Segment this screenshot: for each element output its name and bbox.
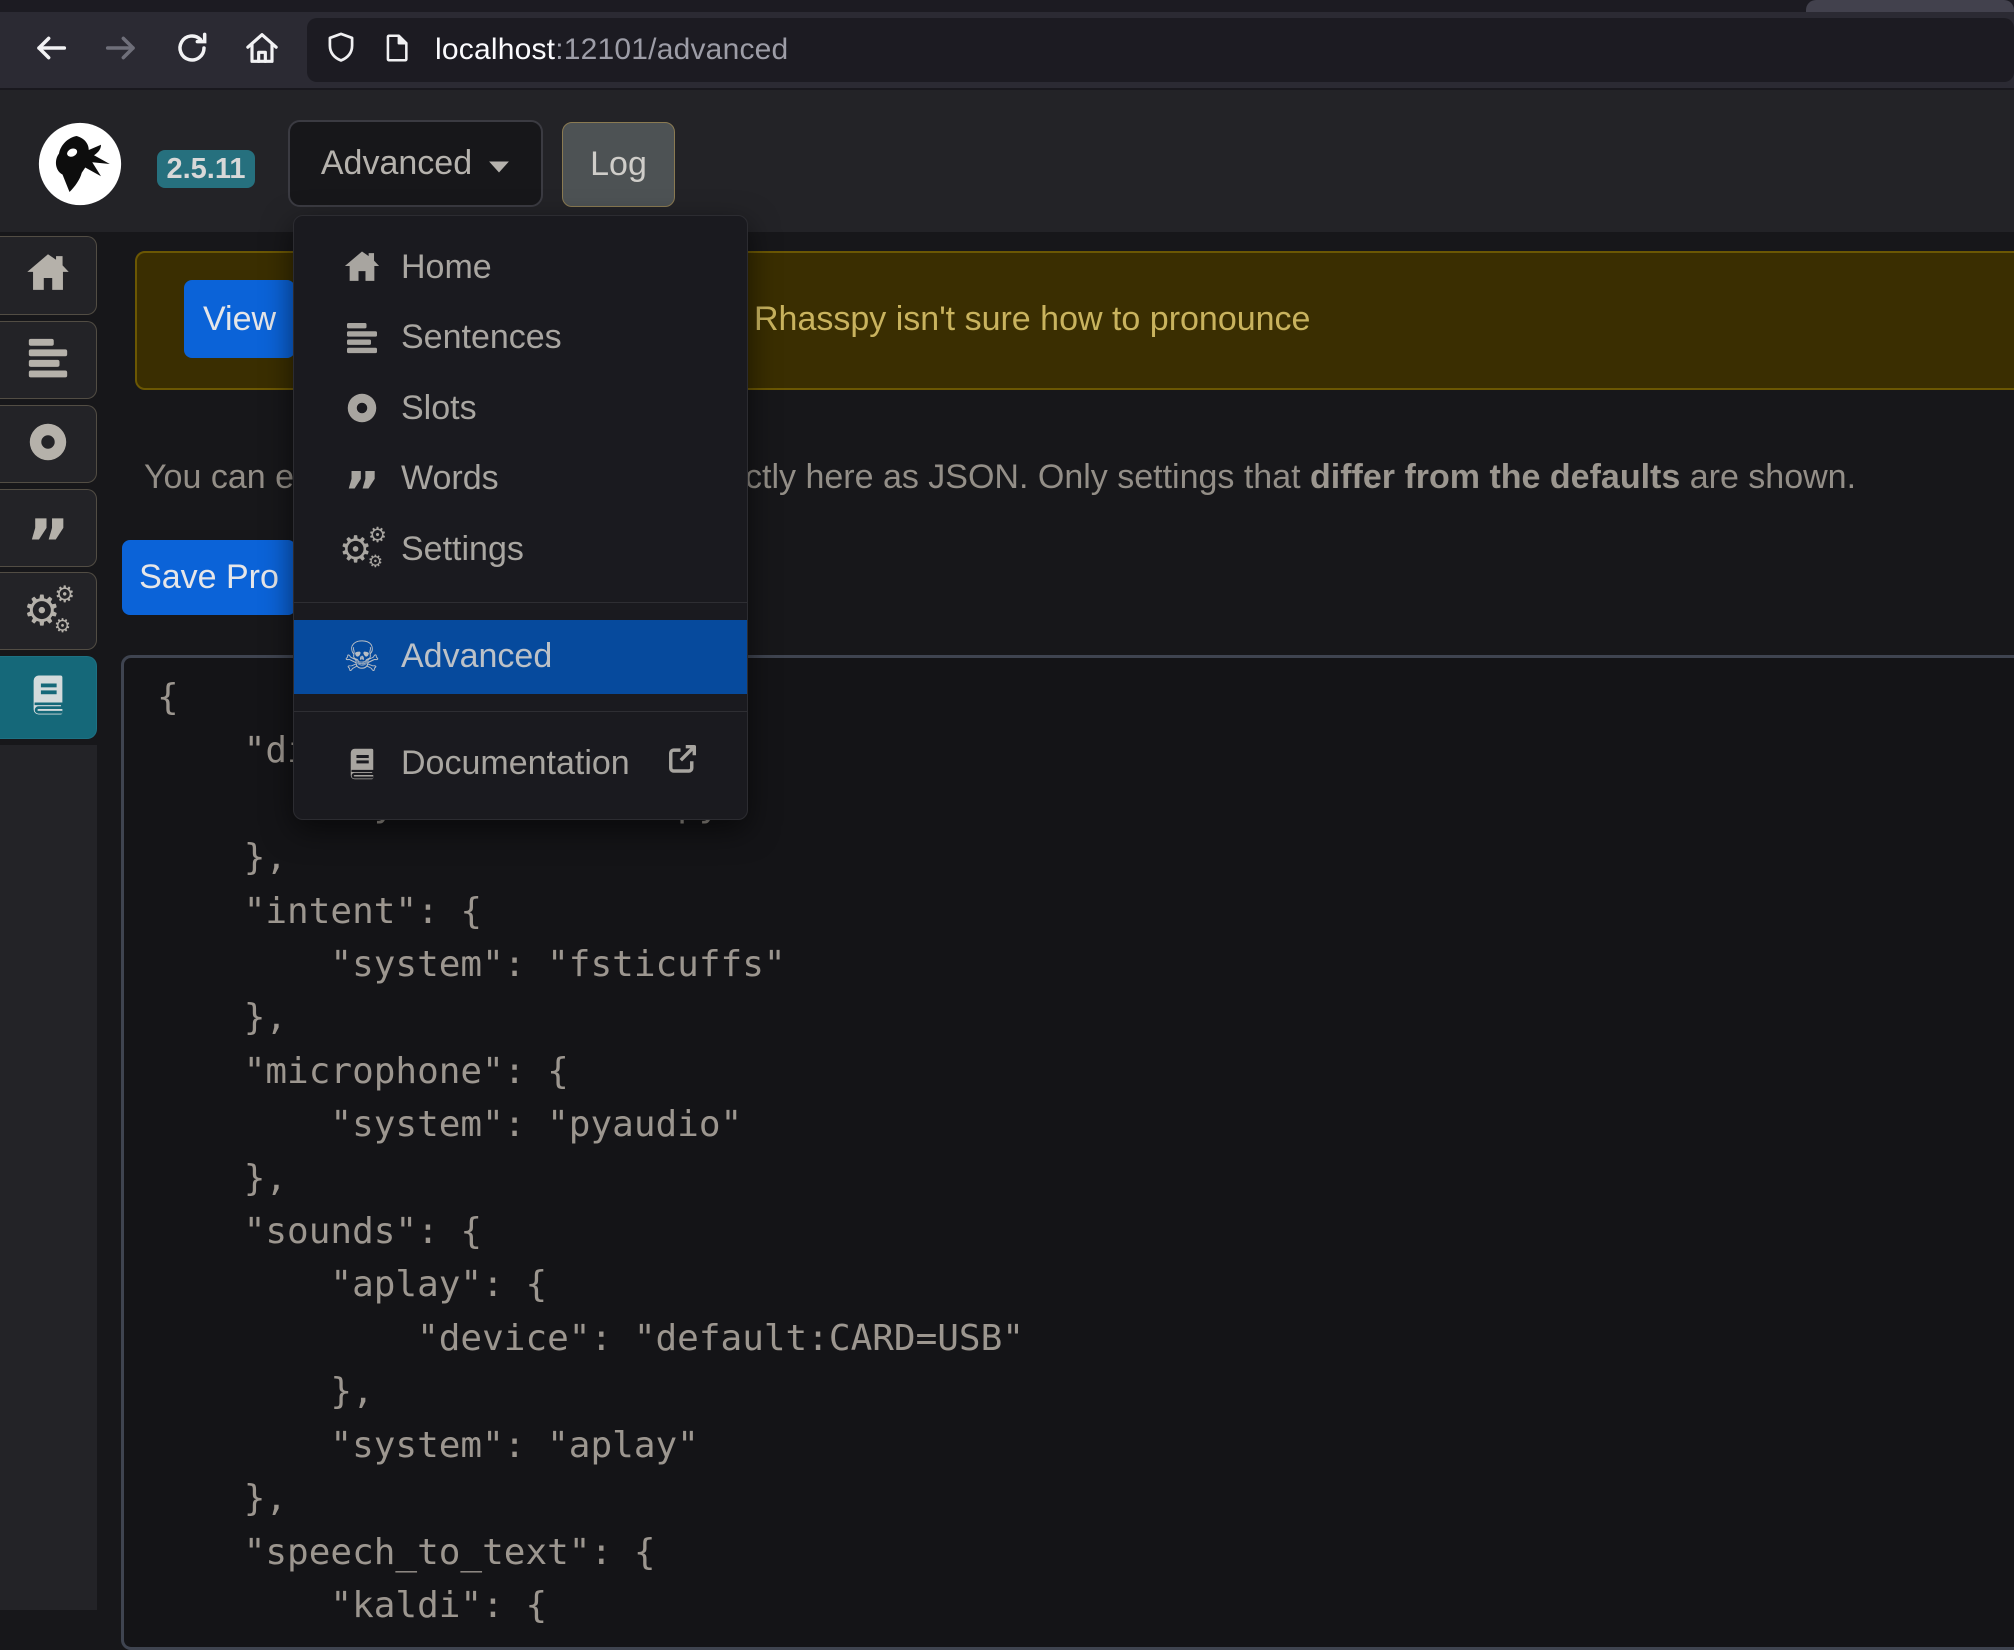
intro-right-bold: differ from the defaults [1310, 458, 1680, 496]
back-button[interactable] [27, 26, 75, 74]
menu-divider [294, 602, 747, 603]
menu-item-label: Words [401, 459, 499, 498]
reload-button[interactable] [168, 26, 216, 74]
align-left-icon [341, 317, 383, 359]
menu-divider [294, 711, 747, 712]
warning-text: Rhasspy isn't sure how to pronounce [754, 295, 1310, 343]
menu-item-label: Sentences [401, 318, 562, 357]
menu-item-label: Home [401, 248, 492, 287]
reload-icon [172, 28, 212, 73]
sidebar-tab-words[interactable]: ” [0, 489, 97, 567]
menu-item-label: Advanced [401, 637, 552, 676]
quote-icon: ” [341, 458, 383, 500]
home-outline-icon [242, 28, 282, 73]
sidebar-tab-settings[interactable]: ⚙ ⚙ ⚙ [0, 572, 97, 650]
view-button-label: View [203, 300, 276, 339]
page-icon[interactable] [381, 32, 413, 69]
app-header: 2.5.11 Advanced Log [0, 90, 2014, 232]
rhasspy-logo [38, 122, 122, 206]
sidebar-tab-slots[interactable] [0, 405, 97, 483]
log-button-label: Log [590, 145, 647, 184]
book-icon [341, 743, 383, 785]
browser-tab-fragment[interactable] [1806, 0, 2014, 12]
quote-icon: ” [26, 512, 71, 580]
log-button[interactable]: Log [562, 122, 675, 207]
align-left-icon [25, 335, 71, 386]
menu-item-home[interactable]: Home [294, 232, 747, 303]
browser-tab-strip [0, 0, 2014, 12]
save-profile-button[interactable]: Save Pro [122, 540, 296, 615]
sidebar-tab-home[interactable] [0, 236, 97, 315]
menu-item-slots[interactable]: Slots [294, 373, 747, 444]
sidebar-tab-documentation[interactable] [0, 656, 97, 739]
intro-text-left-fragment: You can e [144, 452, 294, 502]
menu-item-documentation[interactable]: Documentation [294, 729, 747, 800]
intro-text-right-fragment: ctly here as JSON. Only settings that di… [745, 452, 1856, 502]
gears-icon: ⚙ ⚙ ⚙ [25, 588, 71, 634]
menu-item-words[interactable]: ” Words [294, 444, 747, 515]
menu-item-label: Settings [401, 530, 524, 569]
skull-crossbones-icon: ☠ [341, 636, 383, 678]
view-button[interactable]: View [184, 280, 295, 358]
back-arrow-icon [31, 28, 71, 73]
caret-down-icon [488, 144, 510, 183]
home-icon [341, 246, 383, 288]
forward-arrow-icon [101, 28, 141, 73]
url-text[interactable]: localhost:12101/advanced [435, 33, 788, 67]
home-icon [25, 250, 71, 301]
advanced-dropdown-button[interactable]: Advanced [288, 120, 543, 207]
navigation-dropdown-menu: Home Sentences Slots ” Words ⚙ ⚙ ⚙ Setti… [293, 215, 748, 820]
circle-dot-icon [341, 387, 383, 429]
version-badge: 2.5.11 [157, 150, 255, 188]
intro-right-post: are shown. [1680, 458, 1856, 496]
sidebar-rail [0, 745, 97, 1610]
advanced-dropdown-label: Advanced [321, 144, 472, 183]
shield-icon[interactable] [323, 30, 359, 71]
browser-home-button[interactable] [238, 26, 286, 74]
intro-right-pre: ctly here as JSON. Only settings that [745, 458, 1310, 496]
save-profile-label: Save Pro [139, 558, 279, 597]
book-icon [25, 672, 71, 723]
menu-item-label: Documentation [401, 744, 630, 783]
menu-item-label: Slots [401, 389, 477, 428]
menu-item-advanced[interactable]: ☠ Advanced [294, 620, 747, 694]
menu-item-sentences[interactable]: Sentences [294, 303, 747, 374]
external-link-icon [664, 741, 700, 786]
circle-dot-icon [25, 419, 71, 470]
gears-icon: ⚙ ⚙ ⚙ [341, 528, 383, 570]
forward-button[interactable] [97, 26, 145, 74]
version-text: 2.5.11 [166, 153, 245, 186]
browser-toolbar: localhost:12101/advanced [0, 12, 2014, 90]
url-bar[interactable]: localhost:12101/advanced [307, 18, 2014, 82]
sidebar-tab-sentences[interactable] [0, 321, 97, 399]
